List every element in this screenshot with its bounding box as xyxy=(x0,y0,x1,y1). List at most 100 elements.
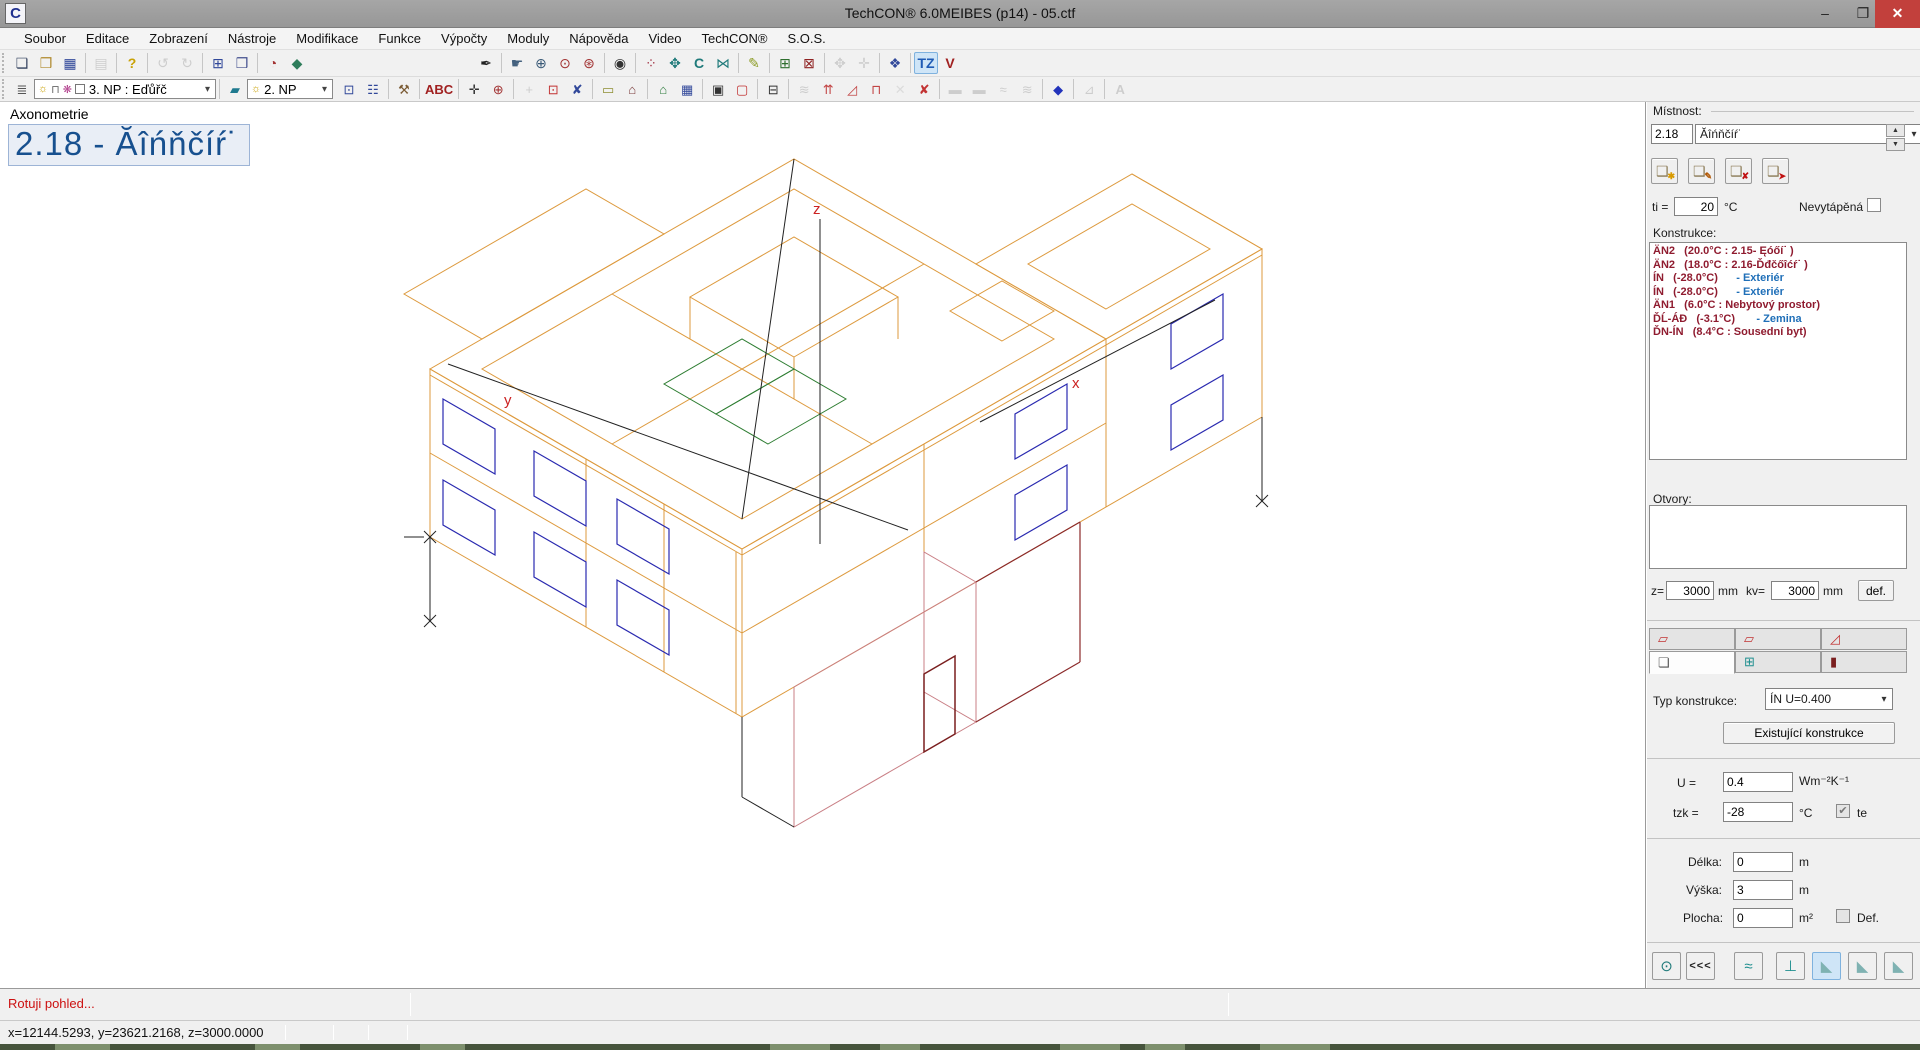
zoom-previous[interactable]: ◉ xyxy=(608,52,632,74)
time-tracking[interactable]: ◔ xyxy=(261,52,285,74)
copy-view[interactable]: ❖ xyxy=(883,52,907,74)
slope-fill-1[interactable]: ◣ xyxy=(1812,952,1841,980)
tzk-input[interactable] xyxy=(1723,802,1793,822)
pipe-single[interactable]: ▬ xyxy=(943,79,967,99)
otvory-list[interactable] xyxy=(1649,505,1907,569)
open-file[interactable]: ❒ xyxy=(34,52,58,74)
slope-fill-2[interactable]: ◣ xyxy=(1848,952,1877,980)
rotate-point[interactable]: ⊕ xyxy=(486,79,510,99)
menu-item[interactable]: Soubor xyxy=(14,29,76,48)
konstrukce-list-item[interactable]: ÍN (-28.0°C) - Exteriér xyxy=(1650,286,1906,300)
konstrukce-list-item[interactable]: ÍN (-28.0°C) - Exteriér xyxy=(1650,272,1906,286)
room-list[interactable]: ☷ xyxy=(361,79,385,99)
help[interactable]: ? xyxy=(120,52,144,74)
save-file[interactable]: ▦ xyxy=(58,52,82,74)
box-outline[interactable]: ▢ xyxy=(730,79,754,99)
nevytapena-checkbox[interactable] xyxy=(1867,198,1881,212)
level-selector-combo[interactable]: ☼ 2. NP ▾ xyxy=(247,79,333,99)
floor-selector-combo[interactable]: ☼ ⊓ ❋ 3. NP : Eďůřč ▾ xyxy=(34,79,216,99)
tab-door[interactable]: ▮ xyxy=(1821,651,1907,673)
tab-ceiling[interactable]: ▱ xyxy=(1649,628,1735,650)
delka-input[interactable] xyxy=(1733,852,1793,872)
insert-point[interactable]: ✛ xyxy=(462,79,486,99)
pipe-double[interactable]: ▬ xyxy=(967,79,991,99)
konstrukce-list-item[interactable]: ÄN2 (20.0°C : 2.15- Ęóőí˙ ) xyxy=(1650,245,1906,259)
konstrukce-list-item[interactable]: ÄN1 (6.0°C : Nebytový prostor) xyxy=(1650,299,1906,313)
tab-wall[interactable]: ❏ xyxy=(1649,651,1735,674)
eraser-blue[interactable]: ◆ xyxy=(1046,79,1070,99)
room-properties[interactable]: ⊡ xyxy=(337,79,361,99)
eraser[interactable]: ✎ xyxy=(742,52,766,74)
menu-item[interactable]: Nápověda xyxy=(559,29,638,48)
chevron-down-icon[interactable]: ▾ xyxy=(1906,129,1920,140)
project-manager[interactable]: ❒ xyxy=(230,52,254,74)
tab-roof[interactable]: ◿ xyxy=(1821,628,1907,650)
fit-width[interactable]: ✥ xyxy=(828,52,852,74)
konstrukce-list[interactable]: ÄN2 (20.0°C : 2.15- Ęóőí˙ )ÄN2 (18.0°C :… xyxy=(1649,242,1907,460)
typ-konstrukce-combo[interactable]: ÍN U=0.400 ▾ xyxy=(1765,688,1893,710)
window-layout[interactable]: ⊞ xyxy=(206,52,230,74)
menu-item[interactable]: TechCON® xyxy=(692,29,778,48)
roof-slope[interactable]: ◿ xyxy=(840,79,864,99)
grid-structure[interactable]: ⊞ xyxy=(773,52,797,74)
konstrukce-list-item[interactable]: ĎĹ-ÁĐ (-3.1°C) - Zemina xyxy=(1650,313,1906,327)
delete-red[interactable]: ✘ xyxy=(912,79,936,99)
box-3d[interactable]: ▣ xyxy=(706,79,730,99)
house-view[interactable]: ⌂ xyxy=(651,79,675,99)
room-plan[interactable]: ⊟ xyxy=(761,79,785,99)
wall-layer-icon[interactable]: ▰ xyxy=(223,79,247,99)
close-button[interactable]: ✕ xyxy=(1875,0,1920,28)
move[interactable]: ✥ xyxy=(663,52,687,74)
grid-zone[interactable]: ⊠ xyxy=(797,52,821,74)
measure-roof[interactable]: ⌂ xyxy=(620,79,644,99)
slope-fill-3[interactable]: ◣ xyxy=(1884,952,1913,980)
chevron-down-icon[interactable]: ▾ xyxy=(317,84,332,95)
drawing-canvas[interactable]: x y z Axonometrie 2.18 - Ăîńňčíŕ˙ xyxy=(0,102,1646,988)
zoom-window[interactable]: ⊙ xyxy=(553,52,577,74)
menu-item[interactable]: Moduly xyxy=(497,29,559,48)
fit-all[interactable]: ✛ xyxy=(852,52,876,74)
zoom-all[interactable]: ⊛ xyxy=(577,52,601,74)
mirror[interactable]: ⋈ xyxy=(711,52,735,74)
te-checkbox[interactable]: ✔ xyxy=(1836,804,1850,818)
menu-item[interactable]: Zobrazení xyxy=(139,29,218,48)
zoom-dynamic[interactable]: ⊕ xyxy=(529,52,553,74)
search-construction[interactable]: ⊙ xyxy=(1652,952,1681,980)
pan-hand[interactable]: ☛ xyxy=(505,52,529,74)
plocha-input[interactable] xyxy=(1733,908,1793,928)
arrows-up[interactable]: ⇈ xyxy=(816,79,840,99)
menu-item[interactable]: Modifikace xyxy=(286,29,368,48)
3d-model[interactable]: ◆ xyxy=(285,52,309,74)
furniture[interactable]: ≋ xyxy=(792,79,816,99)
selection-zone[interactable]: ⊡ xyxy=(541,79,565,99)
room-spinner-up[interactable]: ▲ xyxy=(1886,124,1905,137)
konstrukce-list-item[interactable]: ĎN-ÍN (8.4°C : Sousední byt) xyxy=(1650,326,1906,340)
add-vertex[interactable]: + xyxy=(517,79,541,99)
minimize-button[interactable]: – xyxy=(1806,0,1844,28)
rotate[interactable]: C xyxy=(687,52,711,74)
kv-input[interactable] xyxy=(1771,581,1819,600)
menu-item[interactable]: S.O.S. xyxy=(777,29,835,48)
print[interactable]: ▤ xyxy=(89,52,113,74)
slope-tool[interactable]: ⊿ xyxy=(1077,79,1101,99)
menu-item[interactable]: Výpočty xyxy=(431,29,497,48)
pipe-down-tool[interactable]: ⊥ xyxy=(1776,952,1805,980)
room-number-input[interactable] xyxy=(1651,124,1693,144)
delete-dotted[interactable]: ✕ xyxy=(888,79,912,99)
room-add[interactable]: ❑ ✱ xyxy=(1651,158,1678,184)
pipe-zigzag[interactable]: ≈ xyxy=(991,79,1015,99)
tab-window[interactable]: ⊞ xyxy=(1735,651,1821,673)
text-abc[interactable]: ABC xyxy=(423,79,455,99)
konstrukce-list-item[interactable]: ÄN2 (18.0°C : 2.16-Ďđčőîćŕ˙ ) xyxy=(1650,259,1906,273)
measure-length[interactable]: ▭ xyxy=(596,79,620,99)
room-delete[interactable]: ❑ ✘ xyxy=(1725,158,1752,184)
z-input[interactable] xyxy=(1666,581,1714,600)
menu-item[interactable]: Funkce xyxy=(368,29,431,48)
pipe-vertical[interactable]: ≋ xyxy=(1015,79,1039,99)
chevron-down-icon[interactable]: ▾ xyxy=(200,84,215,95)
menu-item[interactable]: Editace xyxy=(76,29,139,48)
delete-vertex[interactable]: ✘ xyxy=(565,79,589,99)
u-input[interactable] xyxy=(1723,772,1793,792)
tab-floor[interactable]: ▱ xyxy=(1735,628,1821,650)
zigzag-tool[interactable]: ≈ xyxy=(1734,952,1763,980)
